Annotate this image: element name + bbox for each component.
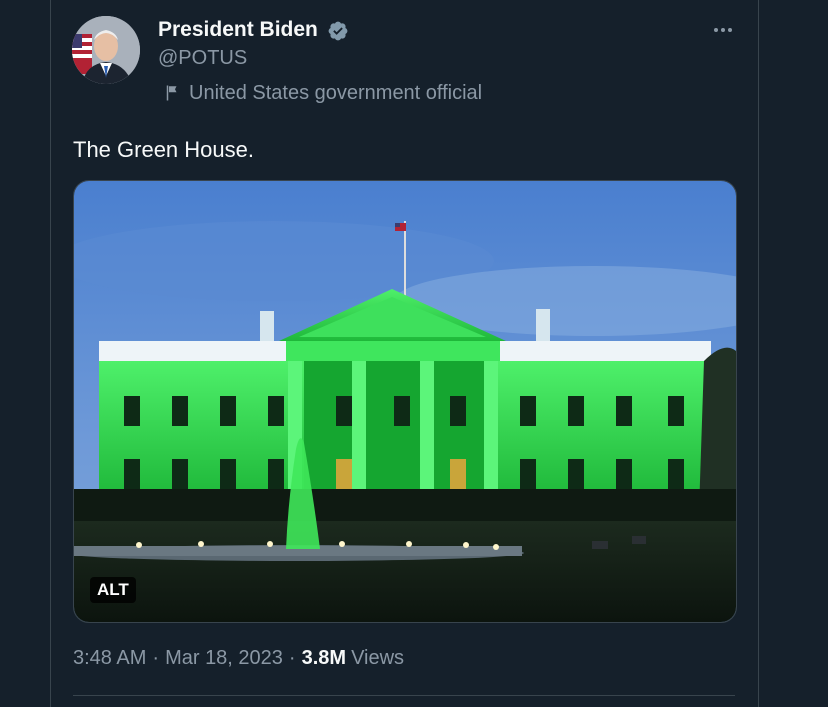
views-count: 3.8M bbox=[301, 647, 347, 669]
author-display-name[interactable]: President Biden bbox=[158, 18, 318, 42]
more-dots-icon[interactable] bbox=[708, 18, 738, 42]
column-border-right bbox=[758, 0, 759, 707]
tweet-meta: 3:48 AM · Mar 18, 2023 · 3.8M Views bbox=[73, 647, 404, 670]
government-label-text: United States government official bbox=[189, 81, 483, 104]
column-border-left bbox=[50, 0, 51, 707]
verified-badge-icon[interactable] bbox=[327, 20, 349, 42]
meta-separator: · bbox=[288, 647, 296, 669]
alt-text-badge[interactable]: ALT bbox=[90, 577, 136, 603]
meta-separator: · bbox=[152, 647, 160, 669]
tweet-text: The Green House. bbox=[73, 137, 254, 162]
flag-icon bbox=[166, 85, 177, 101]
tweet-date: Mar 18, 2023 bbox=[165, 647, 283, 669]
tweet-time-link[interactable]: 3:48 AM · Mar 18, 2023 bbox=[73, 647, 283, 670]
tweet-divider bbox=[73, 695, 735, 696]
tweet-time: 3:48 AM bbox=[73, 647, 147, 669]
avatar[interactable] bbox=[72, 16, 140, 84]
author-handle[interactable]: @POTUS bbox=[158, 47, 247, 70]
government-label[interactable]: United States government official bbox=[163, 81, 482, 105]
avatar-image bbox=[72, 16, 140, 84]
tweet-media-image[interactable] bbox=[73, 180, 737, 623]
white-house-photo bbox=[74, 181, 736, 622]
views-label: Views bbox=[351, 647, 405, 669]
